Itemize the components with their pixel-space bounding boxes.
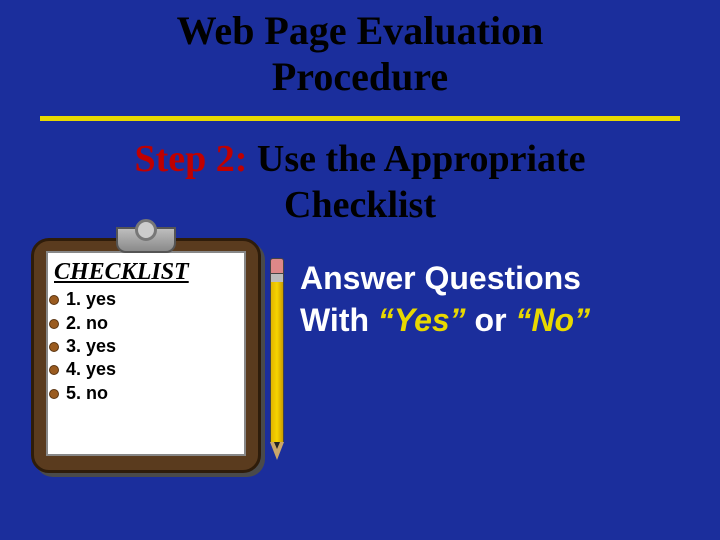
clipboard-graphic: CHECKLIST 1. yes 2. no 3. yes 4. yes 5. … [26, 238, 266, 473]
answer-yes: “Yes” [378, 302, 466, 338]
step-text-2: Checklist [284, 184, 436, 226]
content-area: CHECKLIST 1. yes 2. no 3. yes 4. yes 5. … [0, 238, 720, 518]
answer-line1: Answer Questions [300, 260, 581, 296]
step-heading: Step 2: Use the Appropriate Checklist [0, 137, 720, 228]
list-item: 4. yes [62, 358, 234, 381]
clipboard-paper: CHECKLIST 1. yes 2. no 3. yes 4. yes 5. … [46, 251, 246, 456]
answer-or: or [466, 302, 516, 338]
answer-with: With [300, 302, 378, 338]
pencil-icon [270, 258, 284, 463]
step-text-1: Use the Appropriate [247, 138, 585, 180]
slide-title: Web Page Evaluation Procedure [0, 0, 720, 100]
answer-text: Answer Questions With “Yes” or “No” [300, 258, 700, 341]
clipboard-board: CHECKLIST 1. yes 2. no 3. yes 4. yes 5. … [31, 238, 261, 473]
clipboard-clip-icon [116, 227, 176, 253]
list-item: 2. no [62, 312, 234, 335]
title-line1: Web Page Evaluation [177, 8, 544, 53]
list-item: 1. yes [62, 288, 234, 311]
step-prefix: Step 2: [134, 138, 247, 180]
title-line2: Procedure [272, 54, 448, 99]
checklist-heading: CHECKLIST [54, 259, 234, 286]
divider [40, 116, 680, 121]
list-item: 5. no [62, 382, 234, 405]
list-item: 3. yes [62, 335, 234, 358]
answer-no: “No” [515, 302, 590, 338]
checklist: 1. yes 2. no 3. yes 4. yes 5. no [62, 288, 234, 405]
